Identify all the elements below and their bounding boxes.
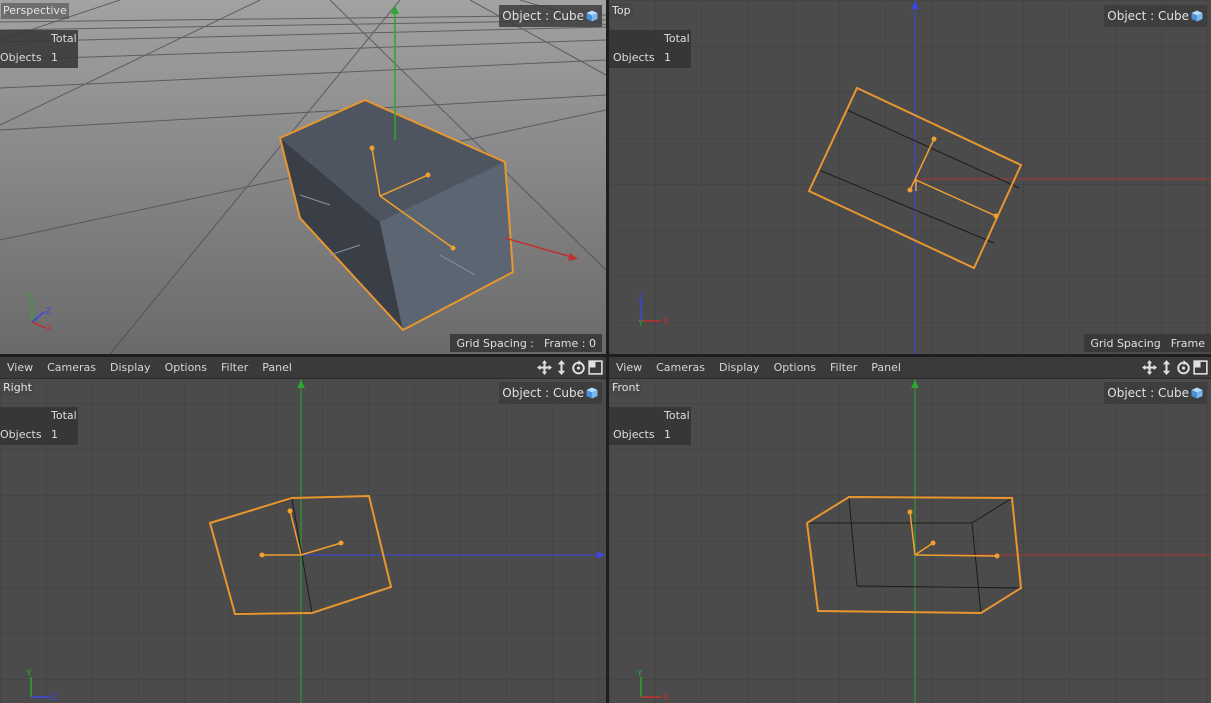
gizmo-z-label: Z [51,693,57,703]
axis-handle-x[interactable] [993,213,999,219]
viewport-nav-icons [1141,359,1211,376]
gizmo-x-label: X [663,693,669,703]
zoom-view-icon[interactable] [1158,359,1175,376]
stats-objects-label: Objects [0,51,42,64]
view-name-label[interactable]: Top [610,3,633,19]
stats-panel: Total Objects 1 [0,30,78,68]
gizmo-z-label: Z [45,307,51,317]
grid-spacing-label: Grid Spacing : [456,336,535,350]
stats-objects-label: Objects [0,428,42,441]
axis-handle-y[interactable] [287,508,293,514]
axis-handle-y[interactable] [369,145,375,151]
cube-icon [586,387,598,399]
menu-display[interactable]: Display [103,357,158,378]
object-info-badge: Object : Cube [1104,382,1207,404]
stats-total-header: Total [664,409,690,422]
object-info-label: Object : Cube [502,9,584,23]
menu-filter[interactable]: Filter [823,357,864,378]
menu-view[interactable]: View [0,357,40,378]
viewport-menubar: View Cameras Display Options Filter Pane… [0,357,606,379]
menu-options[interactable]: Options [767,357,823,378]
zoom-view-icon[interactable] [553,359,570,376]
stats-panel: Total Objects 1 [609,407,691,445]
object-info-badge: Object : Cube [499,382,602,404]
object-info-badge: Object : Cube [499,5,602,27]
axis-handle-y[interactable] [907,509,913,515]
view-name-label[interactable]: Right [1,380,34,396]
axis-handle-z[interactable] [425,172,431,178]
menu-cameras[interactable]: Cameras [649,357,712,378]
top-scene[interactable]: Z X Y [609,0,1211,354]
stats-objects-label: Objects [613,428,655,441]
viewport-menubar: View Cameras Display Options Filter Pane… [609,357,1211,379]
viewport-perspective[interactable]: Y X Z Perspective Total Objects 1 Object… [0,0,606,354]
view-name-label[interactable]: Front [610,380,642,396]
menu-display[interactable]: Display [712,357,767,378]
object-info-label: Object : Cube [1107,386,1189,400]
stats-total-header: Total [51,409,77,422]
viewport-splitter-vertical[interactable] [606,0,609,703]
rotate-view-icon[interactable] [1175,359,1192,376]
gizmo-x-label: X [663,317,669,327]
gizmo-z-label: Z [638,293,644,303]
hud-info-bar: Grid Spacing : Frame : 0 [450,334,602,352]
toggle-layout-icon[interactable] [1192,359,1209,376]
stats-objects-value: 1 [664,51,671,64]
toggle-layout-icon[interactable] [587,359,604,376]
gizmo-y-label: Y [637,319,644,329]
move-view-icon[interactable] [536,359,553,376]
cube-icon [1191,10,1203,22]
stats-panel: Total Objects 1 [609,30,691,68]
stats-total-header: Total [664,32,690,45]
object-info-label: Object : Cube [502,386,584,400]
stats-objects-value: 1 [51,51,58,64]
menu-options[interactable]: Options [158,357,214,378]
object-info-label: Object : Cube [1107,9,1189,23]
gizmo-x-label: X [46,324,52,334]
object-info-badge: Object : Cube [1104,5,1207,27]
cube-icon [1191,387,1203,399]
frame-label: Frame : 0 [544,336,596,350]
grid-spacing-label: Grid Spacing [1090,336,1161,350]
axis-handle-z[interactable] [930,540,936,546]
menu-view[interactable]: View [609,357,649,378]
axis-handle-x[interactable] [994,553,1000,559]
menu-filter[interactable]: Filter [214,357,255,378]
stats-objects-value: 1 [51,428,58,441]
axis-handle-z[interactable] [338,540,344,546]
viewport-splitter-horizontal[interactable] [0,354,1211,357]
gizmo-y-label: Y [636,669,643,679]
right-scene[interactable]: Y Z [0,357,606,703]
viewport-nav-icons [536,359,606,376]
cube-icon [586,10,598,22]
top-grid [609,0,1211,354]
viewport-front[interactable]: Y X View Cameras Display Options Filter … [609,357,1211,703]
move-view-icon[interactable] [1141,359,1158,376]
menu-cameras[interactable]: Cameras [40,357,103,378]
front-grid [609,357,1211,703]
gizmo-y-label: Y [25,669,32,679]
menu-panel[interactable]: Panel [255,357,299,378]
front-scene[interactable]: Y X [609,357,1211,703]
frame-label: Frame [1170,336,1205,350]
axis-handle-z[interactable] [931,136,937,142]
stats-total-header: Total [51,32,77,45]
right-grid [0,357,606,703]
stats-objects-label: Objects [613,51,655,64]
gizmo-y-label: Y [25,293,32,303]
stats-objects-value: 1 [664,428,671,441]
perspective-scene[interactable]: Y X Z [0,0,606,354]
rotate-view-icon[interactable] [570,359,587,376]
viewport-right[interactable]: Y Z View Cameras Display Options Filter … [0,357,606,703]
menu-panel[interactable]: Panel [864,357,908,378]
view-name-label[interactable]: Perspective [1,3,69,19]
axis-handle-x[interactable] [259,552,265,558]
stats-panel: Total Objects 1 [0,407,78,445]
viewport-top[interactable]: Z X Y Top Total Objects 1 Object : Cube … [609,0,1211,354]
axis-handle-y[interactable] [907,187,913,193]
axis-handle-x[interactable] [450,245,456,251]
hud-info-bar: Grid Spacing Frame [1084,334,1211,352]
